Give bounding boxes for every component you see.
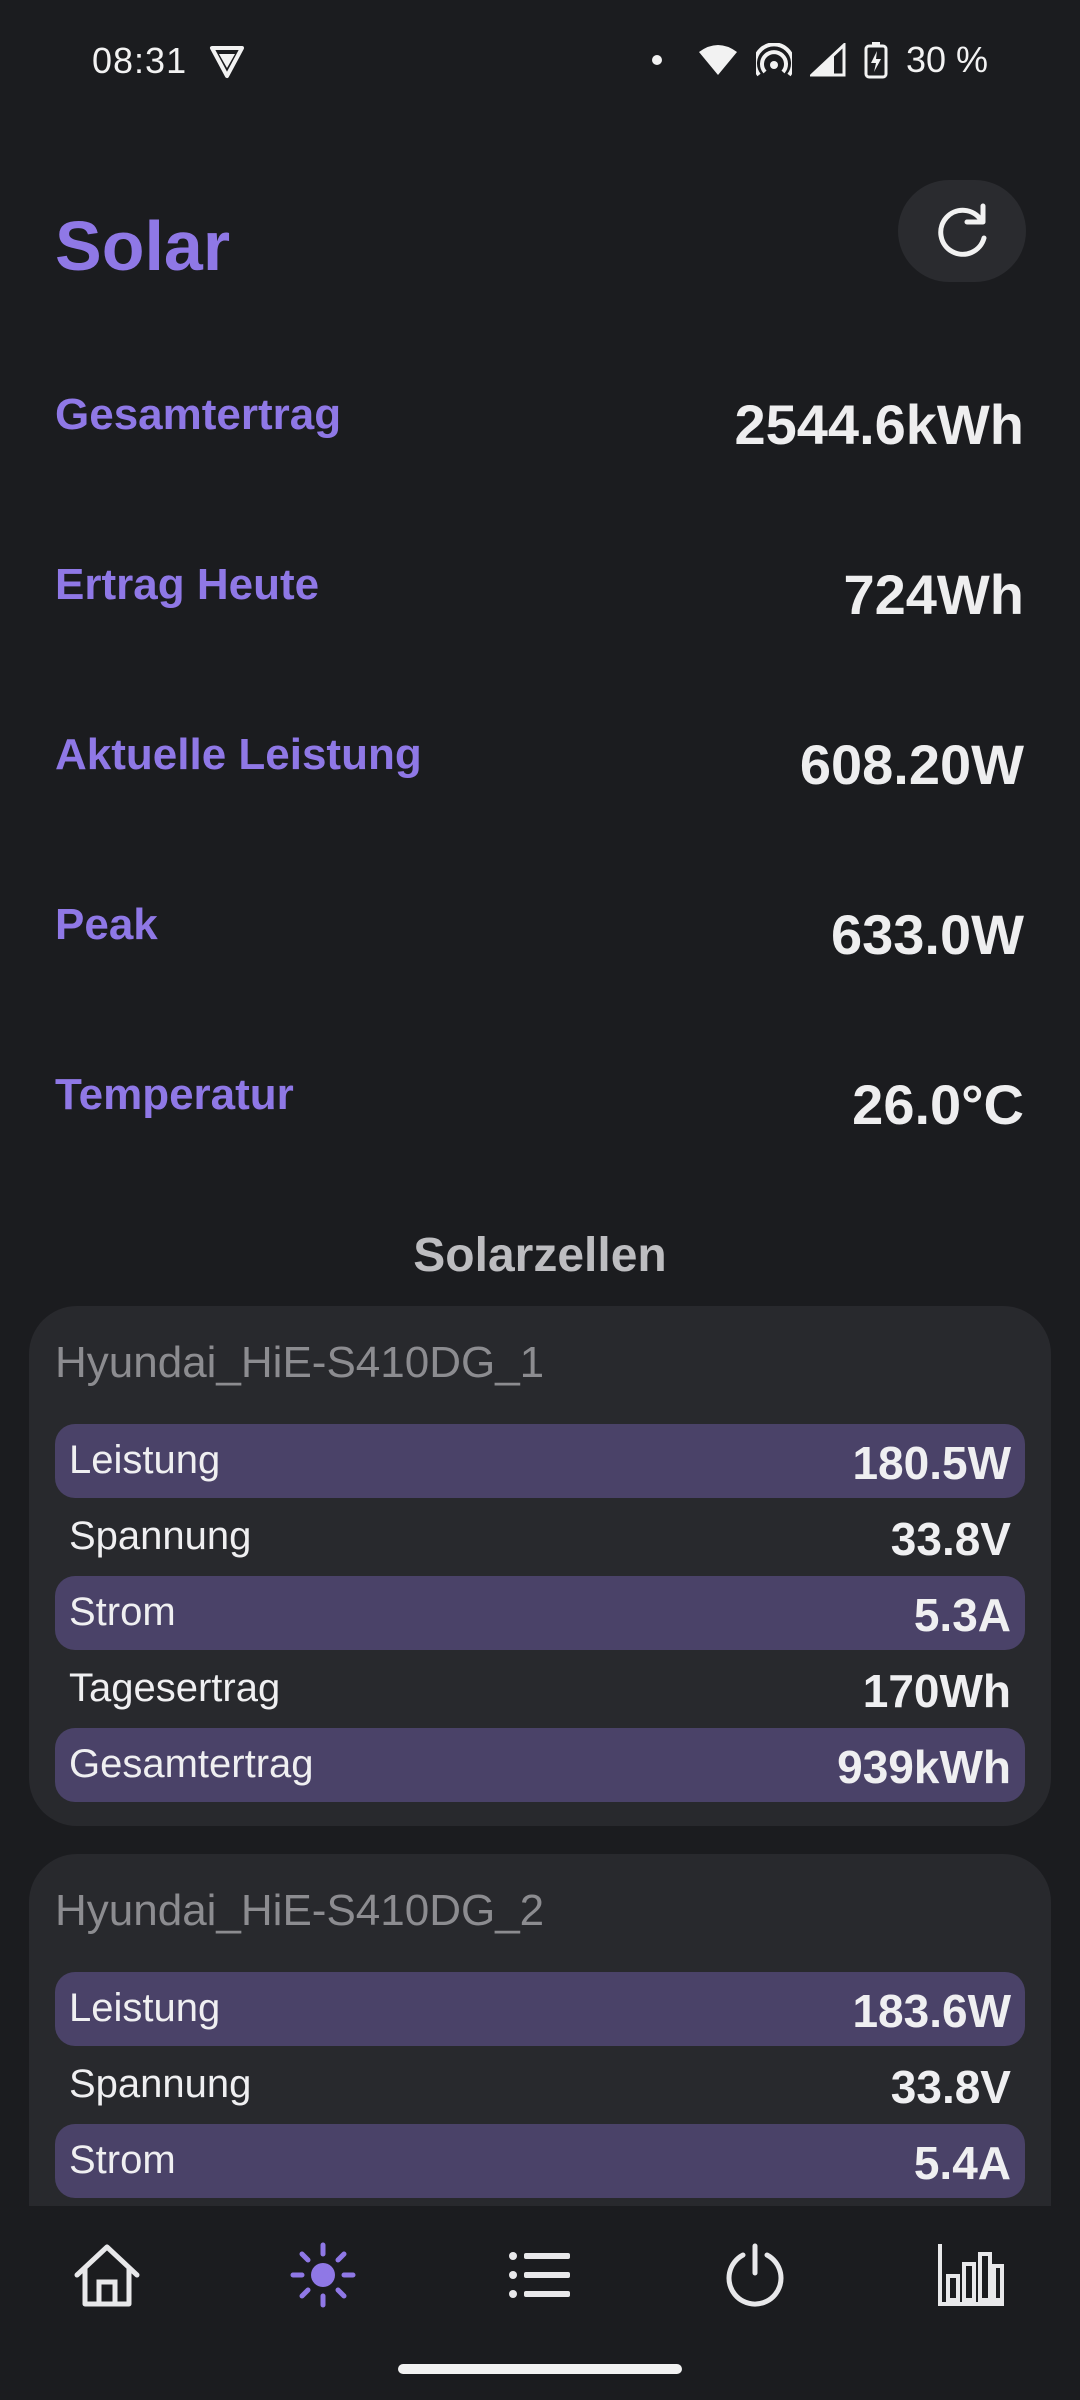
row-value: 180.5W bbox=[852, 1437, 1011, 1489]
list-icon bbox=[509, 2252, 570, 2298]
status-bar: 08:31 30 % bbox=[0, 0, 1080, 124]
section-title: Solarzellen bbox=[413, 1229, 667, 1282]
panel-title: Hyundai_HiE-S410DG_2 bbox=[55, 1886, 545, 1935]
stat-value: 608.20W bbox=[799, 733, 1024, 796]
nav-home[interactable] bbox=[62, 2230, 152, 2320]
row-value: 5.4A bbox=[913, 2137, 1011, 2189]
page-title: Solar bbox=[55, 207, 231, 285]
stat-label: Temperatur bbox=[55, 1070, 294, 1119]
hotspot-icon bbox=[755, 43, 792, 77]
stat-label: Ertrag Heute bbox=[55, 560, 320, 609]
stat-value: 26.0°C bbox=[852, 1073, 1024, 1136]
row-label: Strom bbox=[69, 1590, 176, 1634]
stat-peak: Peak 633.0W bbox=[0, 870, 1080, 1040]
stat-label: Gesamtertrag bbox=[55, 390, 342, 439]
stat-temperature: Temperatur 26.0°C bbox=[0, 1040, 1080, 1210]
panel-title: Hyundai_HiE-S410DG_1 bbox=[55, 1338, 545, 1387]
panel-row-voltage: Spannung 33.8V bbox=[55, 2048, 1025, 2122]
status-time: 08:31 bbox=[92, 40, 188, 81]
cell-signal-icon bbox=[809, 43, 846, 77]
battery-percentage: 30 % bbox=[905, 39, 988, 80]
stat-label: Peak bbox=[55, 900, 158, 949]
solar-panel-card: Hyundai_HiE-S410DG_1 Leistung 180.5W Spa… bbox=[29, 1306, 1051, 1826]
stat-label: Aktuelle Leistung bbox=[55, 730, 422, 779]
vpn-shield-icon bbox=[210, 46, 244, 78]
row-label: Tagesertrag bbox=[69, 1666, 281, 1710]
nav-statistics[interactable] bbox=[926, 2230, 1016, 2320]
stat-current-power: Aktuelle Leistung 608.20W bbox=[0, 700, 1080, 870]
refresh-button[interactable] bbox=[898, 180, 1026, 282]
power-icon bbox=[726, 2243, 784, 2307]
panel-row-current: Strom 5.4A bbox=[55, 2124, 1025, 2198]
row-value: 5.3A bbox=[913, 1589, 1011, 1641]
nav-solar[interactable] bbox=[278, 2230, 368, 2320]
panel-row-current: Strom 5.3A bbox=[55, 1576, 1025, 1650]
row-value: 33.8V bbox=[890, 1513, 1011, 1565]
row-label: Strom bbox=[69, 2138, 176, 2182]
battery-charging-icon bbox=[864, 42, 888, 79]
header: Solar bbox=[0, 170, 1080, 320]
stat-total-yield: Gesamtertrag 2544.6kWh bbox=[0, 360, 1080, 530]
panel-row-voltage: Spannung 33.8V bbox=[55, 1500, 1025, 1574]
row-value: 170Wh bbox=[862, 1665, 1011, 1717]
panel-row-total-yield: Gesamtertrag 939kWh bbox=[55, 1728, 1025, 1802]
bar-chart-icon bbox=[938, 2244, 1004, 2306]
home-icon bbox=[74, 2244, 140, 2307]
refresh-icon bbox=[938, 203, 987, 257]
row-label: Spannung bbox=[69, 1514, 252, 1558]
status-icons: 30 % bbox=[651, 38, 988, 82]
stat-value: 633.0W bbox=[831, 903, 1024, 966]
row-value: 33.8V bbox=[890, 2061, 1011, 2113]
row-value: 183.6W bbox=[852, 1985, 1011, 2037]
panel-row-power: Leistung 183.6W bbox=[55, 1972, 1025, 2046]
row-label: Leistung bbox=[69, 1438, 221, 1482]
solar-stats: Gesamtertrag 2544.6kWh Ertrag Heute 724W… bbox=[0, 360, 1080, 1210]
row-label: Gesamtertrag bbox=[69, 1742, 314, 1786]
notification-dot-icon bbox=[651, 55, 662, 65]
row-value: 939kWh bbox=[837, 1741, 1011, 1793]
stat-value: 2544.6kWh bbox=[734, 393, 1025, 456]
stat-value: 724Wh bbox=[843, 563, 1025, 626]
panel-row-daily-yield: Tagesertrag 170Wh bbox=[55, 1652, 1025, 1726]
nav-list[interactable] bbox=[495, 2230, 585, 2320]
nav-power[interactable] bbox=[710, 2230, 800, 2320]
row-label: Spannung bbox=[69, 2062, 252, 2106]
row-label: Leistung bbox=[69, 1986, 221, 2030]
stat-yield-today: Ertrag Heute 724Wh bbox=[0, 530, 1080, 700]
home-indicator[interactable] bbox=[398, 2364, 682, 2374]
panel-row-power: Leistung 180.5W bbox=[55, 1424, 1025, 1498]
sun-icon bbox=[290, 2242, 356, 2308]
wifi-icon bbox=[698, 45, 737, 75]
